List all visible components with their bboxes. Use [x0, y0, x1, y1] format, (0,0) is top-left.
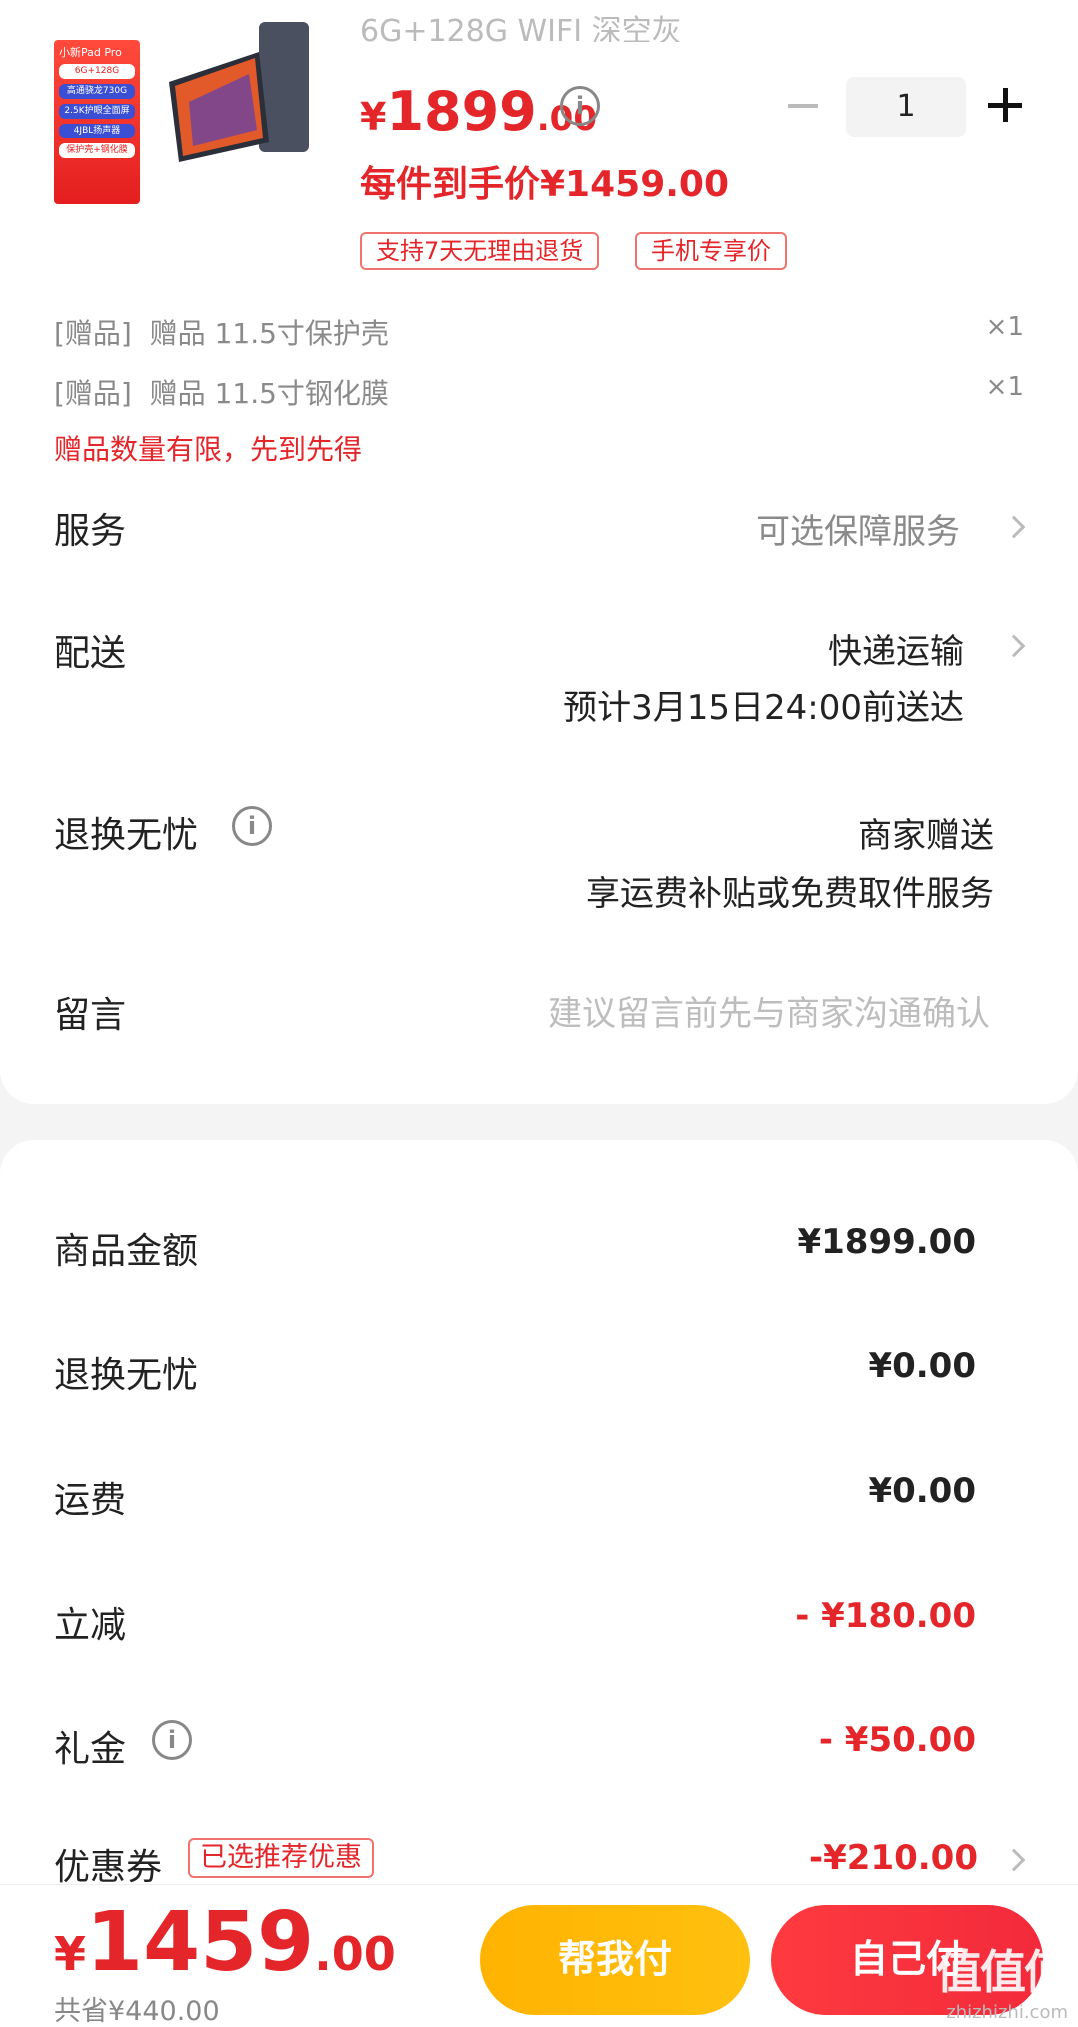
gift-qty: ×1: [985, 312, 1024, 342]
gift-name: 赠品 11.5寸保护壳: [149, 317, 389, 350]
badge-app-price: 手机专享价: [635, 232, 787, 270]
giftcash-info-icon[interactable]: i: [152, 1720, 192, 1760]
summary-returns-value: ¥0.00: [868, 1346, 976, 1386]
promo-brand: 小新Pad Pro: [59, 46, 122, 59]
quantity-decrease-button[interactable]: [788, 104, 818, 108]
price-integer: 1899: [386, 80, 537, 143]
final-price: 每件到手价¥1459.00: [360, 164, 730, 205]
message-input[interactable]: 建议留言前先与商家沟通确认: [548, 986, 990, 1035]
order-item-card: 小新Pad Pro 6G+128G 高通骁龙730G 2.5K护眼全面屏 4JB…: [0, 0, 1078, 1104]
summary-giftcash-value: - ¥50.00: [818, 1720, 976, 1760]
summary-coupon-label: 优惠券: [54, 1847, 163, 1888]
total-saved: 共省¥440.00: [54, 1996, 220, 2027]
gift-qty: ×1: [985, 372, 1024, 402]
product-promo-image: 小新Pad Pro 6G+128G 高通骁龙730G 2.5K护眼全面屏 4JB…: [54, 40, 140, 204]
summary-coupon-value[interactable]: -¥210.00: [809, 1838, 978, 1878]
quantity-increase-button[interactable]: [988, 88, 1022, 122]
summary-shipping-label: 运费: [54, 1480, 127, 1521]
total-decimal: .00: [314, 1927, 396, 1981]
returns-detail: 享运费补贴或免费取件服务: [586, 874, 994, 914]
total-price: ¥1459.00: [54, 1895, 396, 1990]
promo-tag: 高通骁龙730G: [59, 83, 135, 99]
returns-value: 商家赠送: [858, 816, 994, 856]
summary-goods-label: 商品金额: [54, 1231, 199, 1272]
promo-gift: 保护壳+钢化膜: [59, 143, 135, 159]
gift-prefix: [赠品]: [54, 377, 132, 410]
delivery-eta: 预计3月15日24:00前送达: [563, 688, 964, 728]
summary-shipping-value: ¥0.00: [868, 1471, 976, 1511]
checkout-bar: ¥1459.00 共省¥440.00 帮我付 自己付 值值值 zhizhizhi…: [0, 1884, 1078, 2027]
badge-7day-return: 支持7天无理由退货: [360, 232, 600, 270]
delivery-label: 配送: [54, 633, 127, 674]
summary-discount-value: - ¥180.00: [795, 1596, 976, 1636]
product-thumbnail[interactable]: 小新Pad Pro 6G+128G 高通骁龙730G 2.5K护眼全面屏 4JB…: [54, 22, 314, 204]
price-currency: ¥: [360, 95, 387, 139]
summary-discount-label: 立减: [54, 1605, 127, 1646]
returns-label: 退换无忧: [54, 815, 199, 856]
summary-giftcash-label: 礼金: [54, 1729, 127, 1770]
service-value[interactable]: 可选保障服务: [756, 504, 960, 553]
delivery-value[interactable]: 快递运输: [828, 624, 964, 673]
quantity-input[interactable]: 1: [846, 77, 966, 137]
service-chevron-icon[interactable]: [1002, 515, 1026, 539]
promo-spec: 6G+128G: [59, 64, 135, 79]
gift-item: [赠品] 赠品 11.5寸钢化膜 ×1: [54, 372, 1024, 412]
total-integer: 1459: [86, 1895, 315, 1990]
coupon-recommended-tag[interactable]: 已选推荐优惠: [188, 1838, 374, 1878]
promo-tag: 4JBL扬声器: [59, 123, 135, 139]
watermark-logo: 值值值: [936, 1945, 1070, 1999]
help-pay-button[interactable]: 帮我付: [480, 1905, 750, 2015]
gift-prefix: [赠品]: [54, 317, 132, 350]
gift-name: 赠品 11.5寸钢化膜: [149, 377, 389, 410]
tablet-image: [169, 22, 309, 162]
total-currency: ¥: [54, 1927, 87, 1981]
service-label: 服务: [54, 511, 127, 552]
message-label: 留言: [54, 995, 127, 1036]
price-info-icon[interactable]: i: [560, 86, 600, 126]
delivery-chevron-icon[interactable]: [1002, 634, 1026, 658]
gift-note: 赠品数量有限，先到先得: [54, 433, 363, 466]
watermark: 值值值 zhizhizhi.com: [936, 1936, 1070, 2023]
summary-goods-value: ¥1899.00: [797, 1222, 976, 1262]
gift-item: [赠品] 赠品 11.5寸保护壳 ×1: [54, 312, 1024, 352]
product-variant: 6G+128G WIFI 深空灰: [360, 14, 682, 42]
promo-tag: 2.5K护眼全面屏: [59, 103, 135, 119]
watermark-site: zhizhizhi.com: [946, 2002, 1068, 2023]
returns-info-icon[interactable]: i: [232, 806, 272, 846]
summary-returns-label: 退换无忧: [54, 1355, 199, 1396]
